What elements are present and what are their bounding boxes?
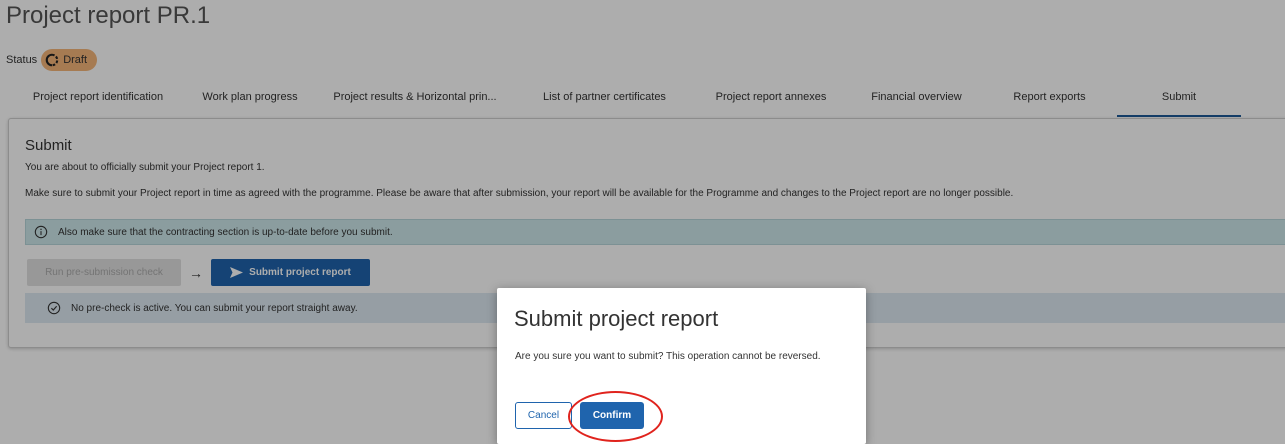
confirm-button[interactable]: Confirm <box>580 402 644 429</box>
dialog-title: Submit project report <box>514 306 719 331</box>
cancel-button[interactable]: Cancel <box>515 402 572 429</box>
dialog-message: Are you sure you want to submit? This op… <box>515 351 821 362</box>
submit-confirm-dialog: Submit project report Are you sure you w… <box>497 288 866 444</box>
